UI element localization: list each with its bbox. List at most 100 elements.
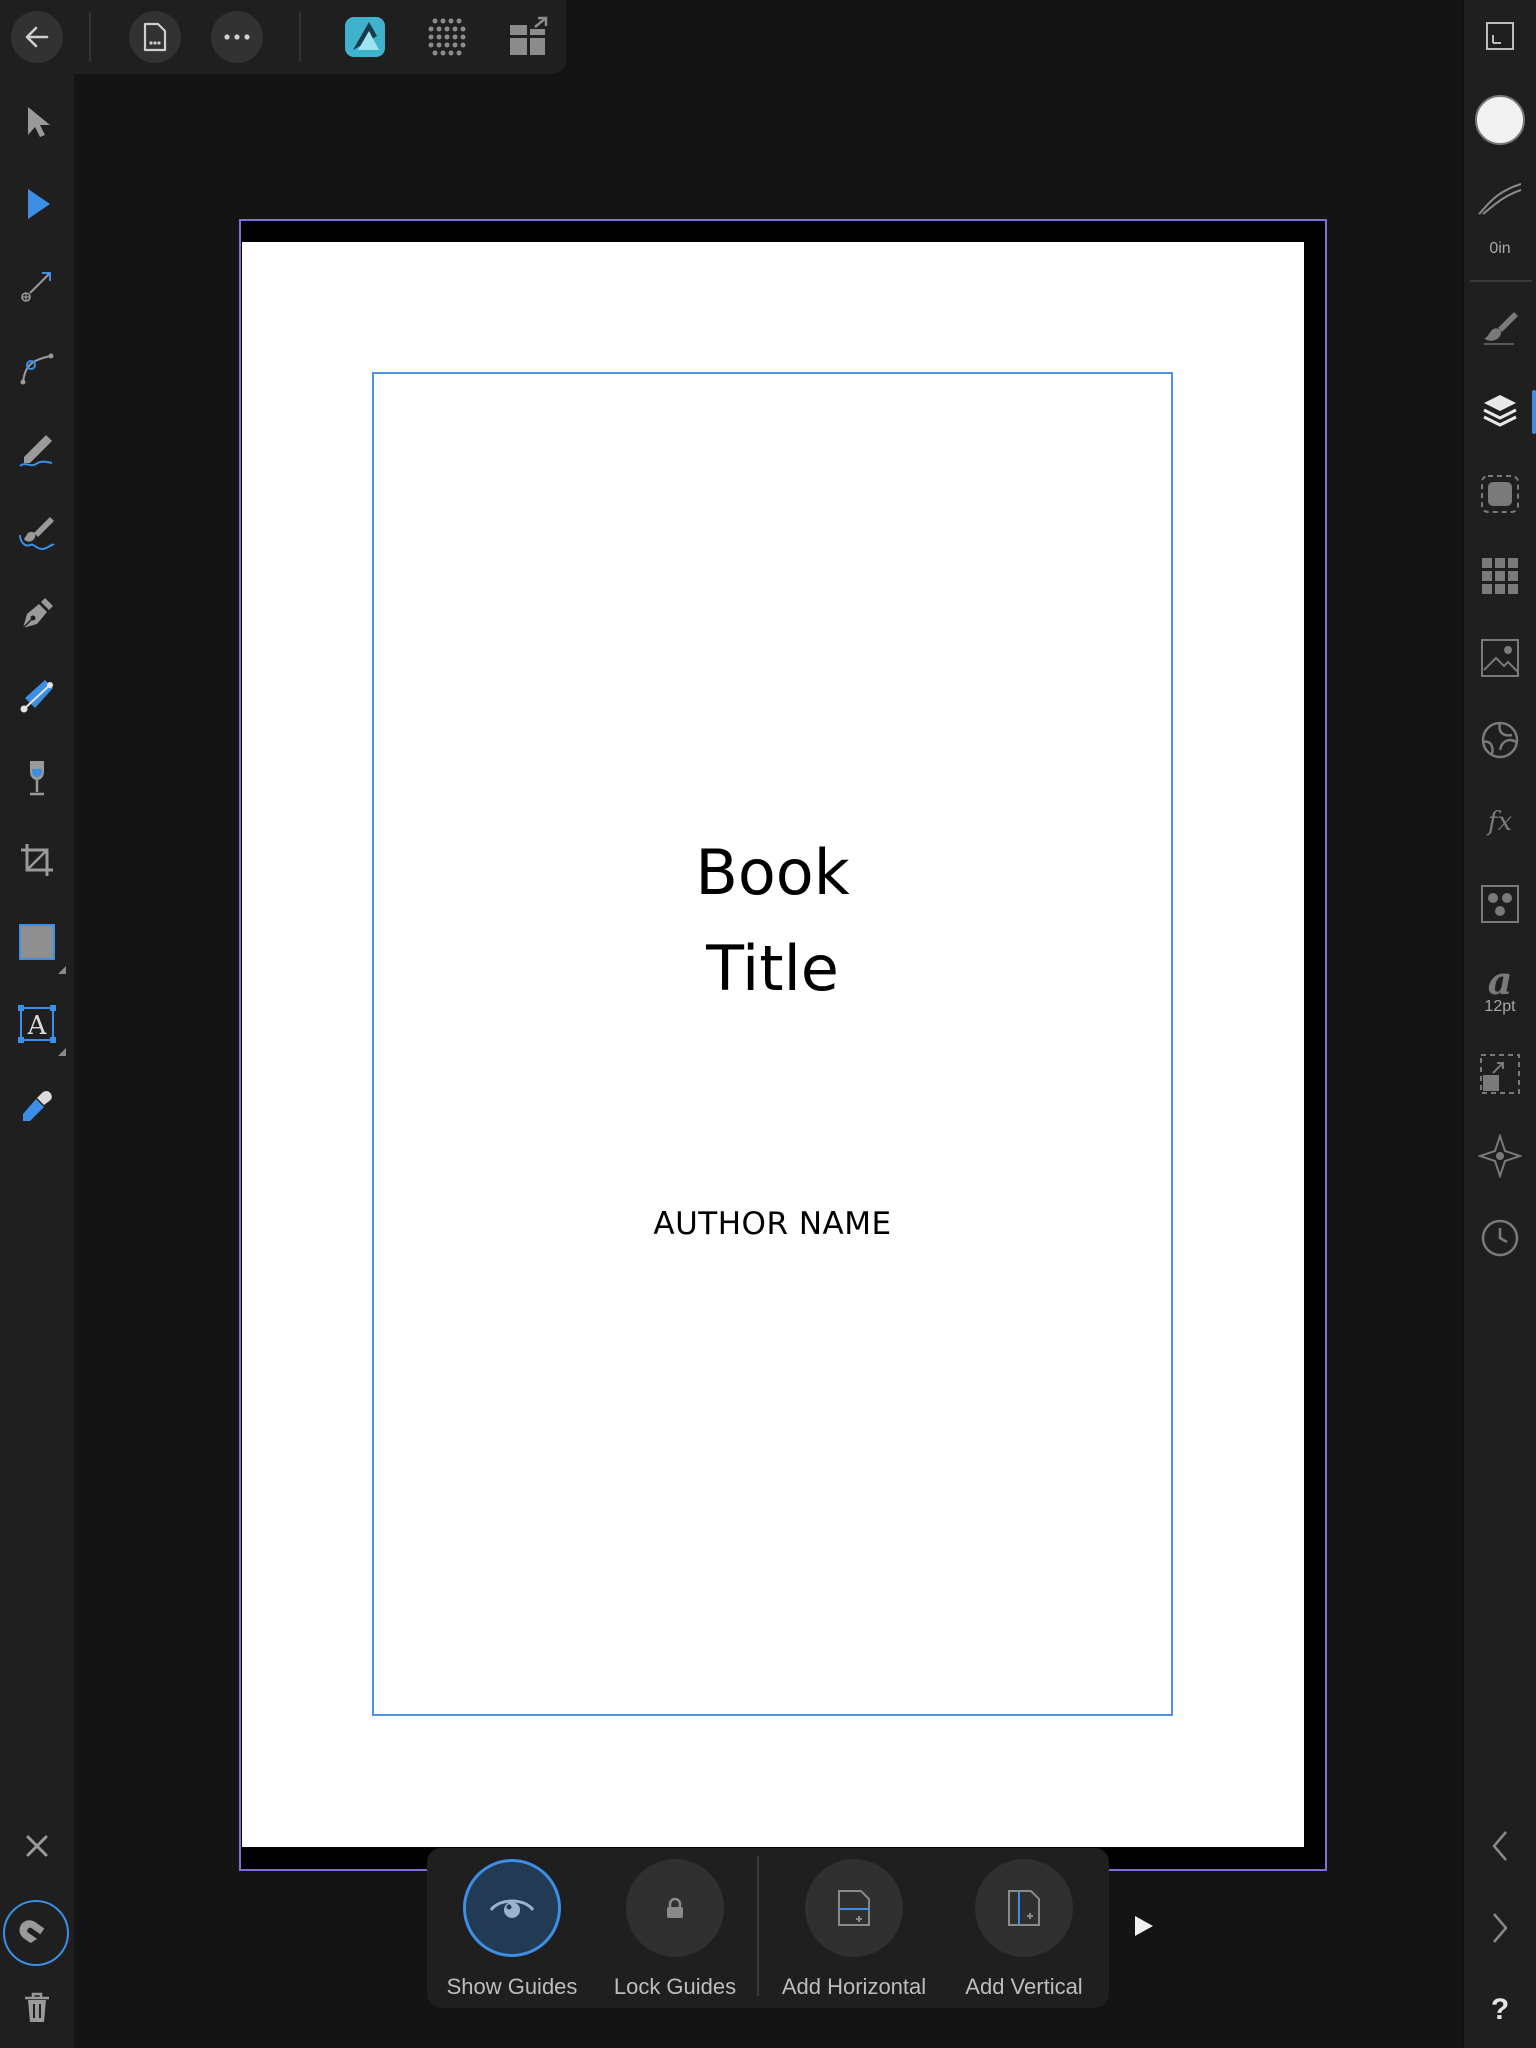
pixel-persona-button[interactable] [420, 10, 474, 64]
swatches-panel-button[interactable] [1474, 550, 1526, 602]
stroke-button[interactable] [1474, 172, 1526, 224]
effects-panel-button[interactable]: fx [1474, 796, 1526, 848]
author-name[interactable]: AUTHOR NAME [372, 1206, 1173, 1242]
snapping-button[interactable] [3, 1900, 69, 1966]
assets-icon [1481, 475, 1519, 513]
svg-text:A: A [27, 1011, 48, 1041]
brushes-panel-button[interactable] [1474, 302, 1526, 354]
add-vertical-guide-icon [1008, 1890, 1040, 1926]
styles-icon [1481, 885, 1519, 923]
guides-context-toolbar: Show Guides Lock Guides Add Horizontal A… [427, 1848, 1109, 2008]
ellipsis-icon [224, 34, 250, 40]
stock-panel-button[interactable] [1474, 632, 1526, 684]
point-transform-tool[interactable] [11, 260, 63, 312]
context-toolbar-divider [757, 1856, 759, 1996]
chevron-left-icon [1492, 1831, 1507, 1861]
character-icon: a [1488, 960, 1513, 1000]
show-guides-toggle[interactable] [463, 1859, 561, 1957]
export-persona-icon [510, 16, 548, 55]
active-panel-indicator [1532, 390, 1536, 434]
point-transform-icon [21, 272, 51, 302]
magnet-icon [19, 1920, 45, 1944]
brush-icon [1484, 312, 1518, 345]
transparency-tool[interactable] [11, 752, 63, 804]
designer-persona-button[interactable] [338, 10, 392, 64]
toolbar-divider [89, 12, 91, 62]
toolbar-divider [299, 12, 301, 62]
pixel-grid-icon [428, 18, 466, 56]
fullscreen-button[interactable] [1474, 10, 1526, 62]
rectangle-icon [19, 924, 55, 960]
add-vertical-label: Add Vertical [965, 1974, 1083, 1999]
tools-panel: A [0, 74, 74, 2048]
more-options-button[interactable] [211, 11, 263, 63]
document-icon [143, 22, 167, 52]
add-horizontal-label: Add Horizontal [781, 1974, 927, 1999]
pencil-icon [19, 435, 53, 467]
lock-guides-toggle[interactable] [626, 1859, 724, 1957]
top-toolbar [0, 0, 566, 74]
compass-icon [1478, 1134, 1522, 1178]
collapse-left-button[interactable] [1474, 1820, 1526, 1872]
pen-tool[interactable] [11, 588, 63, 640]
crop-tool[interactable] [11, 834, 63, 886]
add-horizontal-guide[interactable] [805, 1859, 903, 1957]
book-title-line-1[interactable]: Book [372, 836, 1173, 909]
show-guides-button[interactable]: Show Guides [427, 1848, 597, 2008]
play-icon [1135, 1916, 1153, 1936]
book-title-line-2[interactable]: Title [372, 932, 1173, 1005]
artistic-text-tool[interactable]: A [11, 998, 66, 1056]
svg-text:a: a [1488, 960, 1513, 1000]
flyout-indicator-icon [58, 966, 66, 974]
text-frame-icon: A [18, 1005, 56, 1043]
eye-icon [489, 1899, 535, 1918]
lock-guides-label: Lock Guides [613, 1974, 737, 1999]
wine-glass-icon [30, 761, 44, 796]
color-swatch-button[interactable] [1474, 94, 1526, 146]
history-panel-button[interactable] [1474, 1212, 1526, 1264]
expand-right-button[interactable] [1474, 1902, 1526, 1954]
image-icon [1481, 639, 1519, 677]
lock-icon [667, 1897, 683, 1918]
pen-nib-icon [22, 598, 53, 629]
more-context-options-button[interactable] [1126, 1908, 1162, 1944]
node-tool[interactable] [11, 178, 63, 230]
rectangle-tool[interactable] [11, 916, 66, 974]
back-button[interactable] [11, 11, 63, 63]
close-button[interactable] [11, 1820, 63, 1872]
move-tool[interactable] [11, 96, 63, 148]
node-pointer-icon [28, 189, 50, 219]
fill-tool[interactable] [11, 670, 63, 722]
pencil-tool[interactable] [11, 424, 63, 476]
vector-brush-tool[interactable] [11, 506, 63, 558]
document-menu-button[interactable] [129, 11, 181, 63]
close-icon [26, 1835, 48, 1857]
add-horizontal-guide-icon [838, 1890, 870, 1926]
trash-icon [25, 1992, 49, 2022]
corner-tool[interactable] [11, 342, 63, 394]
history-icon [1481, 1219, 1519, 1257]
margin-guides [372, 372, 1173, 1716]
styles-panel-button[interactable] [1474, 878, 1526, 930]
fx-icon: fx [1486, 807, 1513, 837]
stroke-width-label: 0in [1489, 240, 1511, 257]
font-size-label: 12pt [1484, 998, 1516, 1015]
add-horizontal-button[interactable]: Add Horizontal [763, 1848, 945, 2008]
transform-panel-button[interactable] [1474, 1048, 1526, 1100]
navigator-panel-button[interactable] [1474, 1130, 1526, 1182]
svg-text:fx: fx [1486, 807, 1513, 837]
adjustments-panel-button[interactable] [1474, 714, 1526, 766]
assets-panel-button[interactable] [1474, 468, 1526, 520]
export-persona-button[interactable] [501, 10, 555, 64]
layers-icon [1483, 395, 1517, 427]
swatches-grid-icon [1482, 558, 1518, 594]
add-vertical-guide[interactable] [975, 1859, 1073, 1957]
delete-button[interactable] [11, 1982, 63, 2034]
lock-guides-button[interactable]: Lock Guides [592, 1848, 758, 2008]
color-picker-tool[interactable] [11, 1080, 63, 1132]
add-vertical-button[interactable]: Add Vertical [942, 1848, 1106, 2008]
layers-panel-button[interactable] [1474, 386, 1526, 438]
help-button[interactable]: ? [1474, 1984, 1526, 2036]
stroke-icon [1478, 183, 1522, 215]
aperture-icon [1481, 721, 1519, 759]
